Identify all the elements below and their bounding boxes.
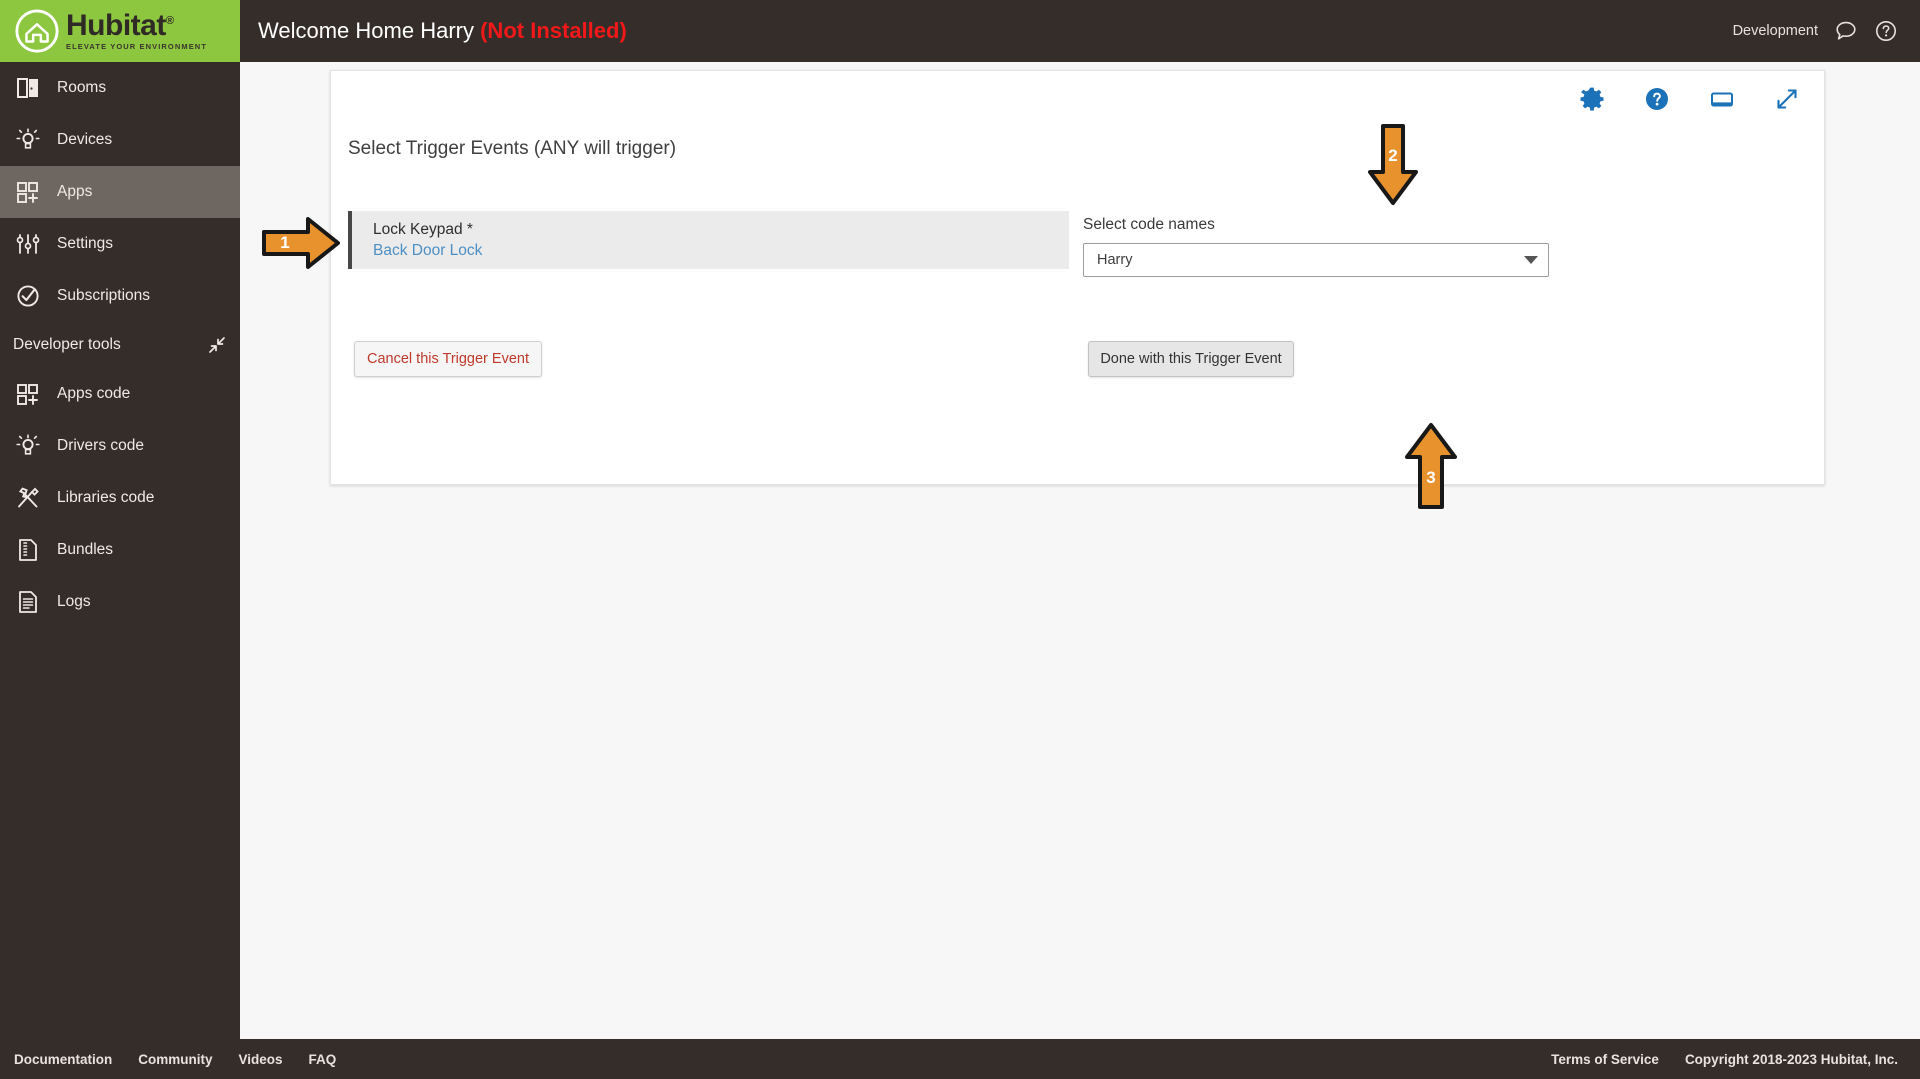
apps-code-icon <box>13 379 43 409</box>
sidebar: Hubitat® ELEVATE YOUR ENVIRONMENT Rooms <box>0 0 240 1079</box>
settings-icon <box>13 229 43 259</box>
footer-link-videos[interactable]: Videos <box>239 1052 283 1067</box>
chevron-down-icon <box>1524 256 1538 264</box>
sidebar-section-developer-tools: Developer tools <box>0 322 240 368</box>
status-badge: (Not Installed) <box>480 18 627 43</box>
drivers-code-icon <box>13 431 43 461</box>
gear-icon[interactable] <box>1579 86 1605 112</box>
top-bar-actions: Development <box>1733 19 1898 43</box>
environment-label: Development <box>1732 23 1818 39</box>
sidebar-item-label: Apps <box>57 183 93 200</box>
annotation-arrow-2: 2 <box>1362 122 1424 208</box>
brand-logo[interactable]: Hubitat® ELEVATE YOUR ENVIRONMENT <box>0 0 240 62</box>
sidebar-item-label: Devices <box>57 131 113 148</box>
rooms-icon <box>13 73 43 103</box>
device-field-label: Lock Keypad * <box>373 221 473 238</box>
section-title: Select Trigger Events (ANY will trigger) <box>348 138 677 159</box>
footer-link-terms-of-service[interactable]: Terms of Service <box>1551 1052 1659 1067</box>
sidebar-item-settings[interactable]: Settings <box>0 218 240 270</box>
sidebar-item-label: Libraries code <box>57 489 155 506</box>
top-bar: Welcome Home Harry (Not Installed) Devel… <box>240 0 1920 62</box>
collapse-icon[interactable] <box>208 336 226 354</box>
code-names-selected-value: Harry <box>1097 252 1133 268</box>
sidebar-item-label: Apps code <box>57 385 131 402</box>
apps-icon <box>13 177 43 207</box>
sidebar-item-label: Settings <box>57 235 114 252</box>
devices-icon <box>13 125 43 155</box>
bundles-icon <box>13 535 43 565</box>
subscriptions-icon <box>13 281 43 311</box>
cancel-trigger-event-button[interactable]: Cancel this Trigger Event <box>354 341 542 377</box>
sidebar-item-drivers-code[interactable]: Drivers code <box>0 420 240 472</box>
done-trigger-event-button[interactable]: Done with this Trigger Event <box>1088 341 1294 377</box>
sidebar-item-apps-code[interactable]: Apps code <box>0 368 240 420</box>
device-field-value-link[interactable]: Back Door Lock <box>373 242 482 259</box>
annotation-arrow-2-number: 2 <box>1388 146 1398 165</box>
logs-icon <box>13 587 43 617</box>
annotation-arrow-1: 1 <box>260 212 342 274</box>
code-names-select[interactable]: Harry <box>1083 243 1549 277</box>
page-title-text: Welcome Home Harry <box>258 18 474 43</box>
footer-link-community[interactable]: Community <box>138 1052 212 1067</box>
footer: Documentation Community Videos FAQ Terms… <box>0 1039 1920 1079</box>
sidebar-section-label: Developer tools <box>13 336 121 353</box>
expand-icon[interactable] <box>1774 86 1800 112</box>
sidebar-item-libraries-code[interactable]: Libraries code <box>0 472 240 524</box>
brand-name: Hubitat <box>66 9 166 43</box>
trigger-event-card: Select Trigger Events (ANY will trigger)… <box>330 70 1825 485</box>
sidebar-item-label: Subscriptions <box>57 287 151 304</box>
annotation-arrow-1-number: 1 <box>280 233 290 252</box>
hubitat-house-icon <box>15 9 59 53</box>
sidebar-item-rooms[interactable]: Rooms <box>0 62 240 114</box>
help-circle-icon[interactable] <box>1644 86 1670 112</box>
sidebar-item-bundles[interactable]: Bundles <box>0 524 240 576</box>
page-title: Welcome Home Harry (Not Installed) <box>258 18 627 44</box>
footer-link-faq[interactable]: FAQ <box>309 1052 337 1067</box>
footer-legal: Terms of Service Copyright 2018-2023 Hub… <box>1551 1052 1898 1067</box>
sidebar-item-apps[interactable]: Apps <box>0 166 240 218</box>
code-names-label: Select code names <box>1083 216 1215 233</box>
libraries-code-icon <box>13 483 43 513</box>
help-circle-icon[interactable] <box>1874 19 1898 43</box>
chat-bubble-icon[interactable] <box>1834 19 1858 43</box>
footer-copyright: Copyright 2018-2023 Hubitat, Inc. <box>1684 1051 1898 1067</box>
brand-registered: ® <box>165 15 174 28</box>
footer-links: Documentation Community Videos FAQ <box>14 1052 336 1067</box>
footer-link-documentation[interactable]: Documentation <box>14 1052 112 1067</box>
annotation-arrow-3-number: 3 <box>1426 468 1436 487</box>
sidebar-item-label: Rooms <box>57 79 107 96</box>
app-root: Hubitat® ELEVATE YOUR ENVIRONMENT Rooms <box>0 0 1920 1079</box>
device-field[interactable]: Lock Keypad * Back Door Lock <box>348 211 1069 269</box>
sidebar-item-label: Logs <box>57 593 91 610</box>
sidebar-item-logs[interactable]: Logs <box>0 576 240 628</box>
sidebar-item-devices[interactable]: Devices <box>0 114 240 166</box>
sidebar-item-label: Bundles <box>57 541 114 558</box>
card-toolbar <box>1579 86 1800 112</box>
main-content: Select Trigger Events (ANY will trigger)… <box>240 62 1920 1019</box>
annotation-arrow-3: 3 <box>1400 420 1462 512</box>
sidebar-item-label: Drivers code <box>57 437 144 454</box>
brand-tagline: ELEVATE YOUR ENVIRONMENT <box>66 42 207 52</box>
sidebar-item-subscriptions[interactable]: Subscriptions <box>0 270 240 322</box>
brand-wordmark: Hubitat® ELEVATE YOUR ENVIRONMENT <box>66 11 207 51</box>
display-mode-icon[interactable] <box>1709 86 1735 112</box>
